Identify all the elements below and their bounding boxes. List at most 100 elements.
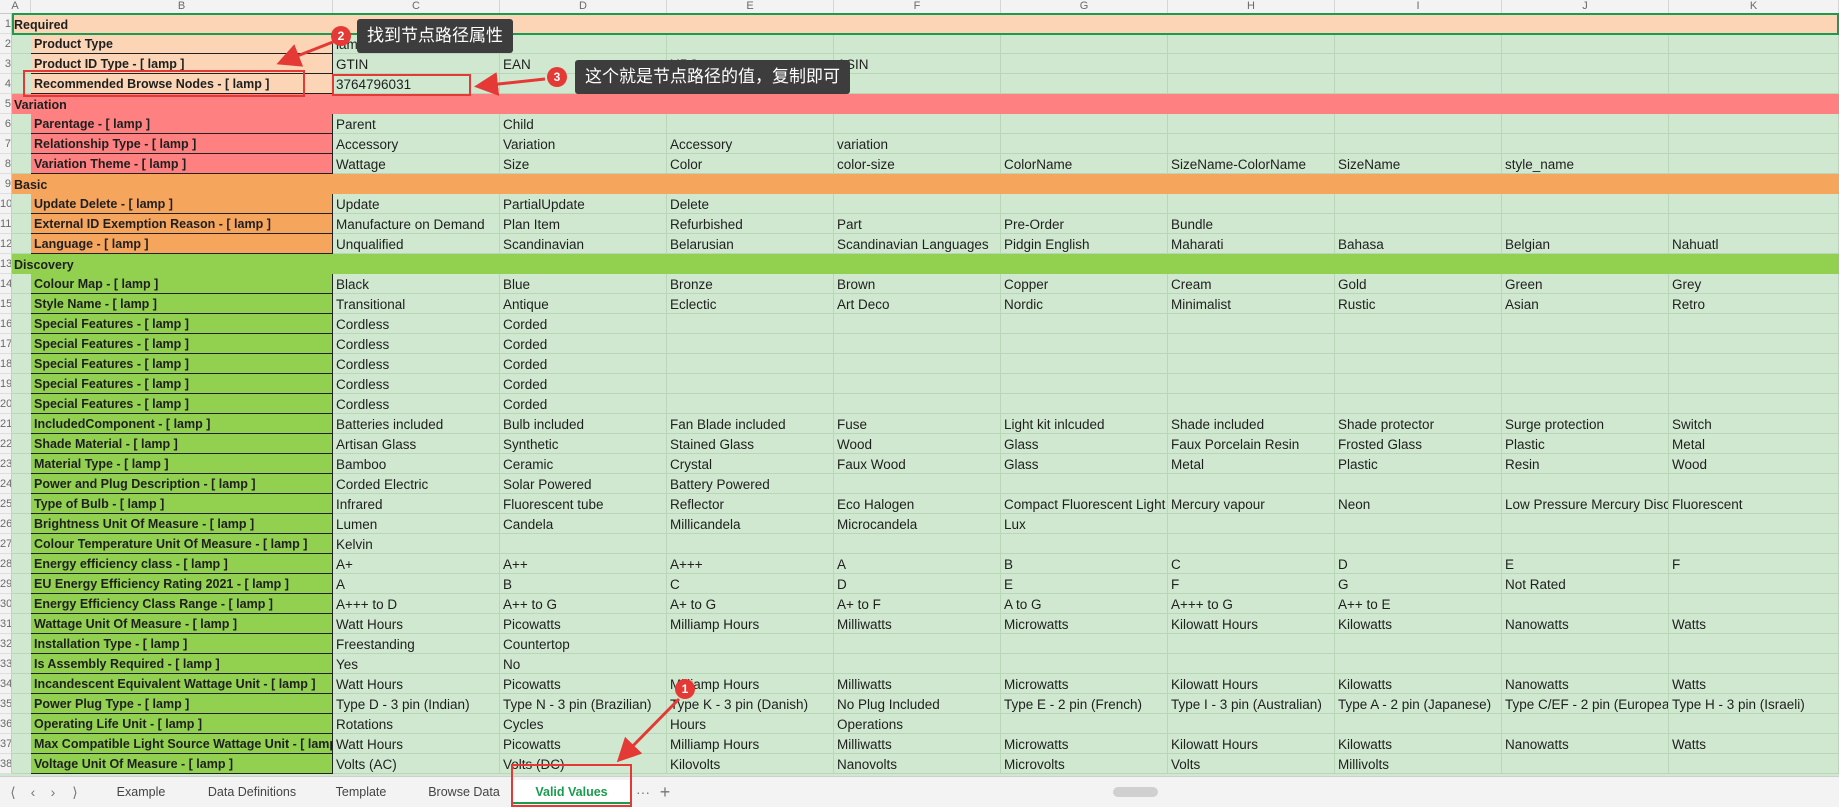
value-cell[interactable] — [834, 334, 1001, 354]
previous-sheet-icon[interactable]: ‹ — [22, 781, 44, 803]
cell[interactable] — [12, 194, 31, 214]
value-cell[interactable]: color-size — [834, 154, 1001, 174]
value-cell[interactable]: Candela — [500, 514, 667, 534]
section-header[interactable]: Discovery — [12, 254, 1839, 274]
attribute-label[interactable]: Brightness Unit Of Measure - [ lamp ] — [31, 514, 333, 534]
value-cell[interactable]: Not Rated — [1502, 574, 1669, 594]
value-cell[interactable] — [1168, 314, 1335, 334]
value-cell[interactable]: Antique — [500, 294, 667, 314]
cell[interactable] — [12, 494, 31, 514]
value-cell[interactable] — [1669, 54, 1839, 74]
value-cell[interactable]: A to G — [1001, 594, 1168, 614]
value-cell[interactable]: A — [834, 554, 1001, 574]
value-cell[interactable]: No — [500, 654, 667, 674]
value-cell[interactable] — [1001, 634, 1168, 654]
value-cell[interactable]: Nahuatl — [1669, 234, 1839, 254]
value-cell[interactable]: Batteries included — [333, 414, 500, 434]
value-cell[interactable]: Bulb included — [500, 414, 667, 434]
value-cell[interactable] — [1168, 474, 1335, 494]
value-cell[interactable]: Nanovolts — [834, 754, 1001, 774]
value-cell[interactable]: Fan Blade included — [667, 414, 834, 434]
tab-data-definitions[interactable]: Data Definitions — [196, 780, 308, 804]
attribute-label[interactable]: Incandescent Equivalent Wattage Unit - [… — [31, 674, 333, 694]
value-cell[interactable] — [1001, 474, 1168, 494]
value-cell[interactable]: Battery Powered — [667, 474, 834, 494]
cell[interactable] — [12, 694, 31, 714]
value-cell[interactable] — [500, 34, 667, 54]
value-cell[interactable]: Lux — [1001, 514, 1168, 534]
value-cell[interactable]: Bahasa — [1335, 234, 1502, 254]
attribute-label[interactable]: Operating Life Unit - [ lamp ] — [31, 714, 333, 734]
value-cell[interactable]: Nanowatts — [1502, 734, 1669, 754]
value-cell[interactable] — [1168, 334, 1335, 354]
value-cell[interactable] — [1502, 654, 1669, 674]
cell[interactable] — [12, 334, 31, 354]
value-cell[interactable]: Rustic — [1335, 294, 1502, 314]
attribute-label[interactable]: Product Type — [31, 34, 333, 54]
value-cell[interactable]: Picowatts — [500, 614, 667, 634]
first-sheet-icon[interactable]: ⟨ — [2, 781, 24, 803]
value-cell[interactable]: Faux Wood — [834, 454, 1001, 474]
value-cell[interactable]: Watt Hours — [333, 674, 500, 694]
row-number[interactable]: 27 — [0, 534, 12, 554]
row-number[interactable]: 14 — [0, 274, 12, 294]
value-cell[interactable]: Kilowatts — [1335, 614, 1502, 634]
cell[interactable] — [12, 654, 31, 674]
value-cell[interactable] — [1502, 534, 1669, 554]
attribute-label[interactable]: Type of Bulb - [ lamp ] — [31, 494, 333, 514]
row-number[interactable]: 6 — [0, 114, 12, 134]
value-cell[interactable]: Scandinavian Languages — [834, 234, 1001, 254]
value-cell[interactable]: Resin — [1502, 454, 1669, 474]
value-cell[interactable] — [1669, 634, 1839, 654]
value-cell[interactable] — [1502, 74, 1669, 94]
value-cell[interactable] — [1669, 474, 1839, 494]
attribute-label[interactable]: Special Features - [ lamp ] — [31, 334, 333, 354]
value-cell[interactable] — [1502, 474, 1669, 494]
value-cell[interactable]: Type D - 3 pin (Indian) — [333, 694, 500, 714]
row-number[interactable]: 30 — [0, 594, 12, 614]
row-number[interactable]: 32 — [0, 634, 12, 654]
value-cell[interactable]: Corded — [500, 314, 667, 334]
value-cell[interactable]: Grey — [1669, 274, 1839, 294]
section-header[interactable]: Basic — [12, 174, 1839, 194]
attribute-label[interactable]: IncludedComponent - [ lamp ] — [31, 414, 333, 434]
scrollbar-thumb[interactable] — [1113, 787, 1158, 797]
value-cell[interactable]: E — [1502, 554, 1669, 574]
value-cell[interactable]: Plan Item — [500, 214, 667, 234]
value-cell[interactable]: Stained Glass — [667, 434, 834, 454]
value-cell[interactable] — [1502, 134, 1669, 154]
row-number[interactable]: 33 — [0, 654, 12, 674]
value-cell[interactable] — [1168, 54, 1335, 74]
value-cell[interactable]: Type A - 2 pin (Japanese) — [1335, 694, 1502, 714]
value-cell[interactable] — [1669, 514, 1839, 534]
cell[interactable] — [12, 454, 31, 474]
tab-browse-data[interactable]: Browse Data — [416, 780, 512, 804]
value-cell[interactable]: C — [667, 574, 834, 594]
value-cell[interactable] — [667, 334, 834, 354]
value-cell[interactable] — [1168, 194, 1335, 214]
cell[interactable] — [12, 34, 31, 54]
value-cell[interactable] — [1335, 74, 1502, 94]
value-cell[interactable] — [1335, 34, 1502, 54]
next-sheet-icon[interactable]: › — [42, 781, 64, 803]
value-cell[interactable]: Accessory — [333, 134, 500, 154]
row-number[interactable]: 15 — [0, 294, 12, 314]
value-cell[interactable] — [1502, 34, 1669, 54]
spreadsheet-grid[interactable]: ABCDEFGHIJK 1 Required 2 Product Type lamp 3 P… — [0, 0, 1839, 776]
value-cell[interactable]: variation — [834, 134, 1001, 154]
value-cell[interactable]: Shade protector — [1335, 414, 1502, 434]
value-cell[interactable]: A — [333, 574, 500, 594]
value-cell[interactable] — [834, 654, 1001, 674]
value-cell[interactable]: Kilowatt Hours — [1168, 674, 1335, 694]
row-number[interactable]: 8 — [0, 154, 12, 174]
row-number[interactable]: 13 — [0, 254, 12, 274]
value-cell[interactable] — [667, 654, 834, 674]
cell[interactable] — [12, 414, 31, 434]
cell[interactable] — [12, 514, 31, 534]
value-cell[interactable] — [834, 374, 1001, 394]
cell[interactable] — [12, 614, 31, 634]
value-cell[interactable] — [1669, 394, 1839, 414]
value-cell[interactable]: Type E - 2 pin (French) — [1001, 694, 1168, 714]
value-cell[interactable] — [834, 474, 1001, 494]
value-cell[interactable]: Milliwatts — [834, 614, 1001, 634]
